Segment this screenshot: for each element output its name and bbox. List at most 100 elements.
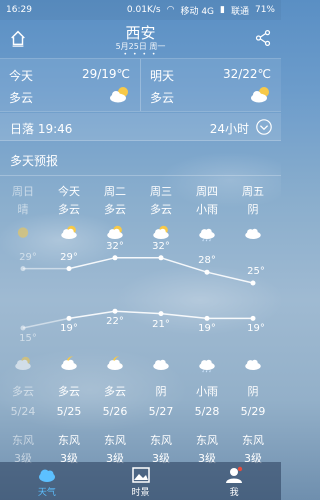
divider [0, 175, 281, 176]
low-temp-label: 19° [198, 323, 216, 335]
forecast-day-night[interactable]: 多云 5/26 东风 3级 [92, 355, 138, 466]
partly-cloudy-icon [153, 225, 169, 239]
low-temp-point [158, 311, 164, 317]
forecast-wind: 东风 [196, 434, 218, 447]
low-temp-point [112, 308, 118, 314]
forecast-day-night[interactable]: 小雨 5/28 东风 3级 [184, 355, 230, 466]
forecast-cond-night: 多云 [58, 385, 80, 398]
forecast-day[interactable]: 周二 多云 [92, 183, 138, 246]
share-icon[interactable] [254, 29, 272, 47]
status-time: 16:29 [6, 5, 32, 15]
high-temp-point [204, 269, 210, 275]
forecast-day[interactable]: 周三 多云 [138, 183, 184, 246]
high-temp-point [66, 266, 72, 272]
sun-icon [17, 227, 29, 238]
cloud-sun-icon [15, 356, 31, 370]
forecast-cond-day: 小雨 [196, 203, 218, 216]
photo-tab-icon [131, 467, 150, 483]
tab-photos-label: 时景 [131, 488, 150, 498]
net-speed: 0.01K/s [126, 5, 161, 15]
forecast-weekday: 今天 [58, 185, 80, 198]
high-temp-point [112, 255, 118, 261]
forecast-weekday: 周三 [150, 185, 172, 198]
high-temp-point [250, 280, 256, 286]
forecast-date: 5/25 [56, 405, 82, 418]
forecast-day-night[interactable]: 多云 5/25 东风 3级 [46, 355, 92, 466]
high-temp-point [158, 255, 164, 261]
forecast-wind: 东风 [150, 434, 172, 447]
partly-cloudy-icon [61, 225, 77, 239]
forecast-cond-night: 小雨 [196, 385, 218, 398]
high-temp-label: 32° [152, 240, 170, 252]
moon-cloud-icon [61, 356, 77, 370]
forecast-day[interactable]: 周四 小雨 [184, 183, 230, 246]
forecast-weekday: 周日 [12, 185, 34, 198]
forecast-day[interactable]: 今天 多云 [46, 183, 92, 246]
today-block[interactable]: 今天 29/19℃ 多云 [0, 59, 140, 111]
tomorrow-cond: 多云 [150, 91, 175, 105]
tomorrow-temp: 32/22℃ [222, 67, 271, 81]
forecast-weekday: 周二 [104, 185, 126, 198]
forecast-cond-day: 阴 [247, 203, 259, 216]
high-temp-label: 28° [198, 255, 216, 267]
sunset-label: 日落 19:46 [10, 122, 73, 136]
low-temp-point [250, 315, 256, 321]
rain-icon [199, 228, 215, 242]
forecast-day[interactable]: 周五阴 [230, 183, 276, 246]
partly-cloudy-icon [107, 225, 123, 239]
forecast-cond-day: 晴 [17, 203, 29, 216]
today-label: 今天 [9, 69, 34, 83]
page-indicator: • • • • [123, 51, 158, 58]
low-temp-point [20, 325, 26, 331]
tab-weather[interactable]: 天气 [0, 462, 94, 500]
signal-text: 移动 4G [180, 6, 215, 17]
forecast-day-night[interactable]: 阴 5/27 东风 3级 [138, 355, 184, 466]
battery-text: 71% [254, 5, 275, 15]
forecast-cond-day: 多云 [58, 203, 80, 216]
today-temp: 29/19℃ [81, 67, 130, 81]
low-temp-label: 19° [60, 323, 78, 335]
forecast-cond-night: 阴 [247, 385, 259, 398]
forecast-date: 5/28 [194, 405, 220, 418]
today-tomorrow-panel: 今天 29/19℃ 多云 明天 32/22℃ 多云 [0, 58, 281, 112]
wifi-icon: ◠ [166, 5, 175, 15]
cloud-icon [245, 228, 261, 239]
forecast-wind: 东风 [12, 434, 34, 447]
high-temp-label: 29° [60, 251, 78, 263]
sunset-row[interactable]: 日落 19:46 24小时 [0, 113, 281, 141]
tab-photos[interactable]: 时景 [94, 462, 188, 500]
low-temp-point [204, 315, 210, 321]
high-temp-point [20, 266, 26, 272]
forecast-date: 5/27 [148, 405, 174, 418]
status-bar: 16:29 0.01K/s ◠ 移动 4G ▮ 联通 71% [0, 0, 281, 20]
low-temp-segment [114, 310, 162, 315]
high-temp-label: 25° [247, 266, 265, 277]
hourly-toggle-label: 24小时 [209, 122, 249, 136]
bottom-tab-bar: 天气 时景 我 [0, 462, 281, 500]
weather-tab-icon [38, 469, 55, 482]
tomorrow-block[interactable]: 明天 32/22℃ 多云 [140, 59, 281, 111]
partly-cloudy-icon [251, 87, 269, 103]
forecast-day[interactable]: 周日晴 [0, 183, 46, 246]
forecast-cond-night: 多云 [104, 385, 126, 398]
tab-me-label: 我 [229, 488, 239, 498]
low-temp-label: 15° [19, 333, 37, 344]
forecast-wind: 东风 [104, 434, 126, 447]
city-name[interactable]: 西安 [0, 22, 281, 43]
user-tab-icon [226, 466, 243, 483]
low-temp-label: 19° [247, 323, 265, 335]
rain-icon [199, 359, 215, 373]
high-temp-label: 32° [106, 240, 124, 252]
forecast-day-night[interactable]: 阴 5/29 东风 3级 [230, 355, 276, 466]
forecast-weekday: 周四 [196, 185, 218, 198]
chevron-down-icon[interactable] [255, 118, 273, 136]
tab-me[interactable]: 我 [187, 462, 281, 500]
forecast-day-night[interactable]: 多云 5/24 东风 3级 [0, 355, 46, 466]
moon-cloud-icon [107, 356, 123, 370]
tomorrow-label: 明天 [150, 69, 175, 83]
forecast-date: 5/24 [10, 405, 36, 418]
today-cond: 多云 [9, 91, 34, 105]
high-temp-label: 29° [19, 251, 37, 263]
forecast-title: 多天预报 [10, 154, 59, 168]
forecast-date: 5/26 [102, 405, 128, 418]
